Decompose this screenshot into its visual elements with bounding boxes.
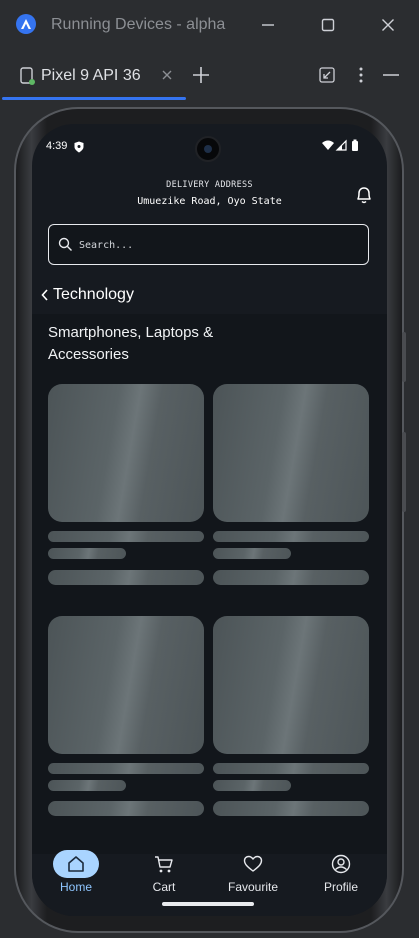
product-image-placeholder[interactable] <box>213 384 369 522</box>
signal-icon <box>335 139 347 151</box>
collapse-panel-icon[interactable] <box>318 66 336 84</box>
product-button-placeholder <box>213 570 369 585</box>
product-subtitle-placeholder <box>213 780 291 791</box>
search-box[interactable] <box>48 224 369 265</box>
nav-item-home[interactable]: Home <box>32 850 120 904</box>
window-title: Running Devices - alpha <box>51 16 226 33</box>
product-subtitle-placeholder <box>213 548 291 559</box>
category-title: Technology <box>53 286 134 303</box>
product-image-placeholder[interactable] <box>48 384 204 522</box>
hide-panel-icon[interactable] <box>382 66 400 84</box>
nav-item-cart[interactable]: Cart <box>120 854 208 904</box>
device-icon <box>18 66 36 86</box>
active-tab-indicator <box>2 97 186 100</box>
profile-icon <box>331 854 351 874</box>
heart-icon <box>243 854 263 874</box>
product-image-placeholder[interactable] <box>213 616 369 754</box>
bell-icon[interactable] <box>354 185 374 205</box>
gesture-home-indicator[interactable] <box>162 902 254 906</box>
product-button-placeholder <box>48 801 204 816</box>
product-subtitle-placeholder <box>48 780 126 791</box>
battery-icon <box>352 139 358 151</box>
product-button-placeholder <box>48 570 204 585</box>
home-icon <box>66 854 86 874</box>
tab-pixel-9[interactable]: Pixel 9 API 36 <box>0 50 186 102</box>
cart-icon <box>154 854 174 874</box>
status-time: 4:39 <box>46 140 68 152</box>
product-subtitle-placeholder <box>48 548 126 559</box>
nav-item-profile[interactable]: Profile <box>297 854 385 904</box>
product-image-placeholder[interactable] <box>48 616 204 754</box>
nav-label: Cart <box>152 880 176 894</box>
close-tab-icon[interactable] <box>160 68 174 82</box>
wifi-icon <box>322 140 334 150</box>
add-device-icon[interactable] <box>192 66 210 84</box>
product-title-placeholder <box>213 763 369 774</box>
search-icon <box>58 237 73 252</box>
back-chevron-icon[interactable] <box>40 288 50 302</box>
maximize-window-button[interactable] <box>318 15 338 35</box>
bottom-navigation: Home Cart Favourite Profile <box>32 850 387 916</box>
close-window-button[interactable] <box>378 15 398 35</box>
product-list[interactable]: Smartphones, Laptops & Accessories <box>32 314 387 854</box>
ide-titlebar: Running Devices - alpha <box>0 0 419 50</box>
nav-label: Home <box>59 880 92 894</box>
nav-item-favourite[interactable]: Favourite <box>209 854 297 904</box>
status-icons <box>322 139 367 153</box>
minimize-window-button[interactable] <box>258 15 278 35</box>
nav-label: Favourite <box>227 880 279 894</box>
section-title: Smartphones, Laptops & Accessories <box>48 324 214 363</box>
product-button-placeholder <box>213 801 369 816</box>
phone-screen[interactable]: 4:39 DELIVERY ADDRESS Umuezike Road, Oyo… <box>32 124 387 916</box>
shield-icon <box>74 140 84 153</box>
product-title-placeholder <box>48 531 204 542</box>
product-title-placeholder <box>213 531 369 542</box>
device-tab-bar: Pixel 9 API 36 <box>0 50 419 102</box>
front-camera <box>195 136 221 162</box>
search-input[interactable] <box>79 235 359 255</box>
more-options-icon[interactable] <box>352 66 370 84</box>
delivery-address-value[interactable]: Umuezike Road, Oyo State <box>32 196 387 207</box>
android-studio-logo-icon <box>16 14 36 34</box>
nav-label: Profile <box>323 880 358 894</box>
delivery-address-caption: DELIVERY ADDRESS <box>166 180 253 190</box>
product-title-placeholder <box>48 763 204 774</box>
tab-label: Pixel 9 API 36 <box>41 67 141 84</box>
power-button[interactable] <box>402 332 406 382</box>
volume-button[interactable] <box>402 432 406 512</box>
